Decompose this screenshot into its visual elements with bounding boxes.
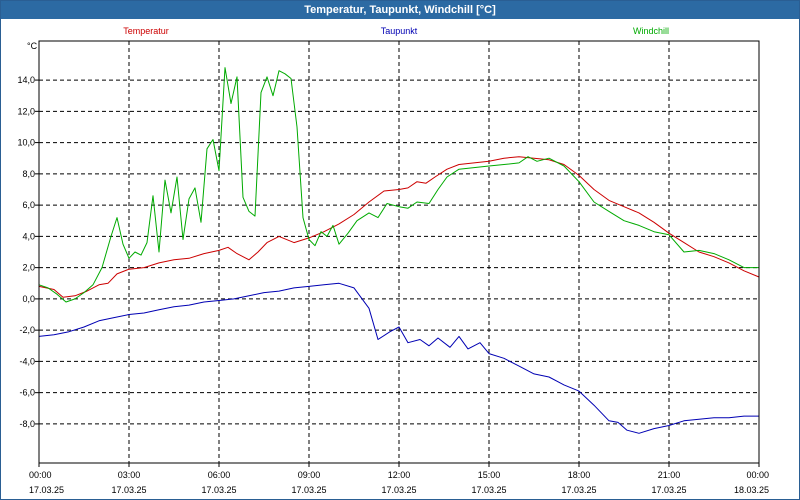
- y-tick-label: 4,0: [22, 231, 35, 241]
- x-tick-date-label: 17.03.25: [561, 485, 596, 495]
- x-tick-date-label: 17.03.25: [291, 485, 326, 495]
- x-tick-time-label: 18:00: [568, 470, 591, 480]
- x-tick-time-label: 09:00: [298, 470, 321, 480]
- chart-window: Temperatur, Taupunkt, Windchill [°C] -8,…: [0, 0, 800, 500]
- y-tick-label: 14,0: [17, 75, 35, 85]
- y-tick-label: 2,0: [22, 263, 35, 273]
- x-tick-date-label: 17.03.25: [381, 485, 416, 495]
- y-tick-label: -8,0: [19, 419, 35, 429]
- axes: [35, 40, 760, 467]
- x-tick-time-label: 03:00: [118, 470, 141, 480]
- legend-item-taupunkt: Taupunkt: [381, 26, 418, 36]
- x-tick-time-label: 00:00: [29, 470, 52, 480]
- labels: -8,0 -6,0 -4,0 -2,0 0,0 2,0 4,0 6,0 8,0 10,0 12,0 1…: [17, 26, 769, 495]
- x-tick-time-label: 06:00: [208, 470, 231, 480]
- y-tick-label: -4,0: [19, 356, 35, 366]
- legend-item-windchill: Windchill: [633, 26, 669, 36]
- legend-item-temperatur: Temperatur: [123, 26, 169, 36]
- x-tick-time-label: 00:00: [746, 470, 769, 480]
- y-tick-label: 10,0: [17, 138, 35, 148]
- y-tick-label: -2,0: [19, 325, 35, 335]
- x-tick-date-label: 17.03.25: [29, 485, 64, 495]
- x-tick-date-label: 17.03.25: [201, 485, 236, 495]
- x-tick-time-label: 21:00: [658, 470, 681, 480]
- y-tick-label: 6,0: [22, 200, 35, 210]
- y-tick-label: -6,0: [19, 388, 35, 398]
- y-tick-label: 0,0: [22, 294, 35, 304]
- x-tick-time-label: 12:00: [388, 470, 411, 480]
- y-axis-unit-label: °C: [27, 41, 38, 51]
- x-tick-time-label: 15:00: [478, 470, 501, 480]
- chart: -8,0 -6,0 -4,0 -2,0 0,0 2,0 4,0 6,0 8,0 10,0 12,0 1…: [17, 26, 769, 495]
- x-tick-date-label: 17.03.25: [111, 485, 146, 495]
- y-tick-label: 8,0: [22, 169, 35, 179]
- y-tick-label: 12,0: [17, 106, 35, 116]
- x-tick-date-label: 17.03.25: [651, 485, 686, 495]
- x-tick-date-label: 18.03.25: [734, 485, 769, 495]
- grid: [39, 41, 759, 463]
- x-tick-date-label: 17.03.25: [471, 485, 506, 495]
